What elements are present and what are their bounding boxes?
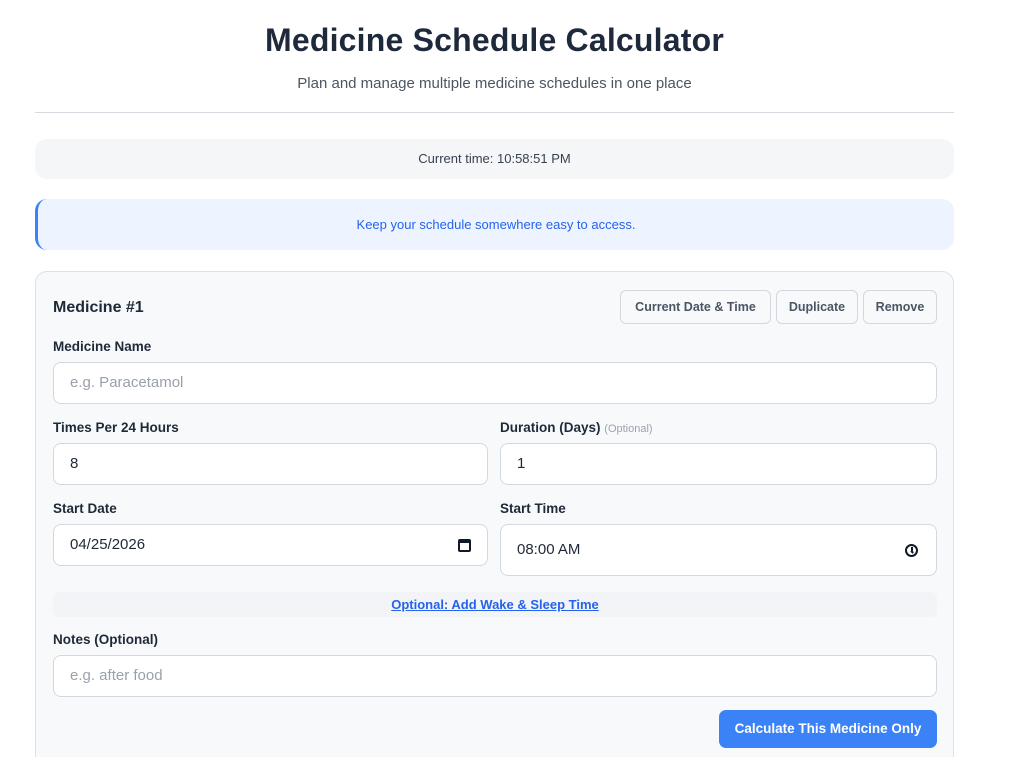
duration-label: Duration (Days) (Optional): [500, 420, 653, 435]
page-subtitle: Plan and manage multiple medicine schedu…: [297, 75, 692, 92]
notes-placeholder: e.g. after food: [70, 667, 163, 684]
clock-icon[interactable]: [905, 544, 918, 557]
page-title: Medicine Schedule Calculator: [264, 22, 725, 58]
start-time-label: Start Time: [500, 501, 566, 516]
add-wake-sleep-link[interactable]: Optional: Add Wake & Sleep Time: [391, 597, 599, 612]
notes-input[interactable]: e.g. after food: [53, 655, 937, 697]
medicine-name-label: Medicine Name: [53, 339, 152, 354]
times-per-day-input[interactable]: 8: [53, 443, 488, 485]
info-banner: Keep your schedule somewhere easy to acc…: [35, 199, 954, 250]
page-header: Medicine Schedule Calculator Plan and ma…: [35, 0, 954, 113]
duration-value: 1: [517, 455, 526, 472]
medicine-card: Medicine #1 Current Date & Time Duplicat…: [35, 271, 954, 757]
medicine-name-input[interactable]: e.g. Paracetamol: [53, 362, 937, 404]
duplicate-button[interactable]: Duplicate: [776, 290, 858, 324]
start-date-value: 04/25/2026: [70, 536, 146, 553]
current-time-bar: Current time: 10:58:51 PM: [35, 139, 954, 179]
medicine-name-placeholder: e.g. Paracetamol: [70, 374, 184, 391]
start-time-value: 08:00 AM: [517, 541, 581, 558]
start-date-input[interactable]: 04/25/2026: [53, 524, 488, 566]
current-date-time-button[interactable]: Current Date & Time: [620, 290, 771, 324]
times-per-day-value: 8: [70, 455, 79, 472]
times-per-day-label: Times Per 24 Hours: [53, 420, 179, 435]
notes-label: Notes (Optional): [53, 632, 158, 647]
calendar-icon[interactable]: [458, 539, 471, 552]
start-time-input[interactable]: 08:00 AM: [500, 524, 937, 576]
wake-sleep-bar: Optional: Add Wake & Sleep Time: [53, 592, 937, 617]
medicine-card-title: Medicine #1: [53, 299, 144, 316]
duration-input[interactable]: 1: [500, 443, 937, 485]
duration-label-text: Duration (Days): [500, 420, 601, 435]
remove-button[interactable]: Remove: [863, 290, 937, 324]
duration-optional-text: (Optional): [604, 423, 653, 435]
calculate-medicine-button[interactable]: Calculate This Medicine Only: [719, 710, 937, 748]
start-date-label: Start Date: [53, 501, 117, 516]
